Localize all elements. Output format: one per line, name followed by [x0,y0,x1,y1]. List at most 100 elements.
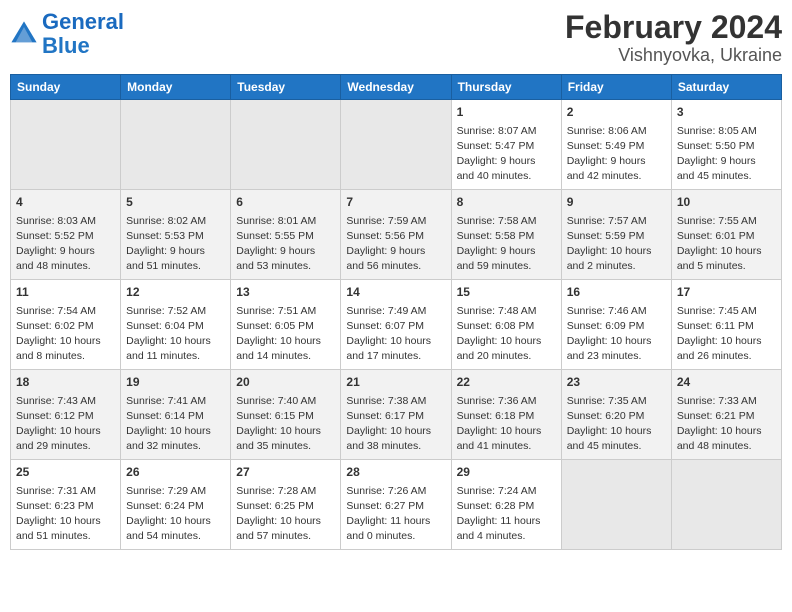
day-number: 11 [16,284,115,301]
day-info: Sunrise: 7:43 AM Sunset: 6:12 PM Dayligh… [16,394,115,455]
day-info: Sunrise: 7:46 AM Sunset: 6:09 PM Dayligh… [567,304,666,365]
day-number: 22 [457,374,556,391]
day-number: 19 [126,374,225,391]
day-info: Sunrise: 7:51 AM Sunset: 6:05 PM Dayligh… [236,304,335,365]
calendar-cell: 13 Sunrise: 7:51 AM Sunset: 6:05 PM Dayli… [231,280,341,370]
weekday-header-wednesday: Wednesday [341,75,451,100]
day-number: 10 [677,194,776,211]
day-number: 14 [346,284,445,301]
week-row-3: 11Sunrise: 7:54 AM Sunset: 6:02 PM Dayli… [11,280,782,370]
calendar-subtitle: Vishnyovka, Ukraine [565,45,782,66]
day-info: Sunrise: 7:57 AM Sunset: 5:59 PM Dayligh… [567,214,666,275]
day-info: Sunrise: 8:07 AM Sunset: 5:47 PM Dayligh… [457,124,556,185]
day-info: Sunrise: 7:52 AM Sunset: 6:04 PM Dayligh… [126,304,225,365]
calendar-cell: 25 Sunrise: 7:31 AM Sunset: 6:23 PM Dayli… [11,460,121,550]
weekday-header-tuesday: Tuesday [231,75,341,100]
weekday-header-monday: Monday [121,75,231,100]
day-info: Sunrise: 8:06 AM Sunset: 5:49 PM Dayligh… [567,124,666,185]
day-number: 16 [567,284,666,301]
week-row-2: 4 Sunrise: 8:03 AM Sunset: 5:52 PM Daylig… [11,190,782,280]
day-number: 25 [16,464,115,481]
day-info: Sunrise: 7:29 AM Sunset: 6:24 PM Dayligh… [126,484,225,545]
day-info: Sunrise: 7:36 AM Sunset: 6:18 PM Dayligh… [457,394,556,455]
day-number: 21 [346,374,445,391]
calendar-cell [341,100,451,190]
calendar-table: SundayMondayTuesdayWednesdayThursdayFrid… [10,74,782,550]
calendar-cell: 24Sunrise: 7:33 AM Sunset: 6:21 PM Dayli… [671,370,781,460]
week-row-1: 1 Sunrise: 8:07 AM Sunset: 5:47 PM Daylig… [11,100,782,190]
logo-text: General Blue [42,10,124,58]
calendar-cell: 2 Sunrise: 8:06 AM Sunset: 5:49 PM Daylig… [561,100,671,190]
calendar-cell: 22 Sunrise: 7:36 AM Sunset: 6:18 PM Dayli… [451,370,561,460]
day-number: 1 [457,104,556,121]
calendar-cell: 20 Sunrise: 7:40 AM Sunset: 6:15 PM Dayli… [231,370,341,460]
calendar-cell: 16 Sunrise: 7:46 AM Sunset: 6:09 PM Dayli… [561,280,671,370]
day-info: Sunrise: 8:03 AM Sunset: 5:52 PM Dayligh… [16,214,115,275]
calendar-cell: 23Sunrise: 7:35 AM Sunset: 6:20 PM Dayli… [561,370,671,460]
day-number: 28 [346,464,445,481]
day-number: 6 [236,194,335,211]
day-info: Sunrise: 7:41 AM Sunset: 6:14 PM Dayligh… [126,394,225,455]
day-info: Sunrise: 7:24 AM Sunset: 6:28 PM Dayligh… [457,484,556,545]
calendar-cell [121,100,231,190]
calendar-cell: 11Sunrise: 7:54 AM Sunset: 6:02 PM Dayli… [11,280,121,370]
calendar-cell: 1 Sunrise: 8:07 AM Sunset: 5:47 PM Daylig… [451,100,561,190]
day-info: Sunrise: 8:05 AM Sunset: 5:50 PM Dayligh… [677,124,776,185]
calendar-cell: 27 Sunrise: 7:28 AM Sunset: 6:25 PM Dayli… [231,460,341,550]
calendar-cell: 17 Sunrise: 7:45 AM Sunset: 6:11 PM Dayli… [671,280,781,370]
day-number: 24 [677,374,776,391]
calendar-cell: 3 Sunrise: 8:05 AM Sunset: 5:50 PM Daylig… [671,100,781,190]
day-number: 4 [16,194,115,211]
calendar-cell: 19 Sunrise: 7:41 AM Sunset: 6:14 PM Dayli… [121,370,231,460]
day-number: 2 [567,104,666,121]
calendar-cell: 18 Sunrise: 7:43 AM Sunset: 6:12 PM Dayli… [11,370,121,460]
day-number: 15 [457,284,556,301]
logo-blue: Blue [42,33,90,58]
day-number: 12 [126,284,225,301]
week-row-4: 18 Sunrise: 7:43 AM Sunset: 6:12 PM Dayli… [11,370,782,460]
day-number: 9 [567,194,666,211]
calendar-cell: 8Sunrise: 7:58 AM Sunset: 5:58 PM Daylig… [451,190,561,280]
weekday-header-row: SundayMondayTuesdayWednesdayThursdayFrid… [11,75,782,100]
calendar-cell [561,460,671,550]
logo: General Blue [10,10,124,58]
title-block: February 2024 Vishnyovka, Ukraine [565,10,782,66]
day-info: Sunrise: 7:59 AM Sunset: 5:56 PM Dayligh… [346,214,445,275]
day-number: 27 [236,464,335,481]
calendar-cell: 15 Sunrise: 7:48 AM Sunset: 6:08 PM Dayli… [451,280,561,370]
calendar-cell: 5Sunrise: 8:02 AM Sunset: 5:53 PM Daylig… [121,190,231,280]
calendar-cell: 6 Sunrise: 8:01 AM Sunset: 5:55 PM Daylig… [231,190,341,280]
calendar-cell: 14Sunrise: 7:49 AM Sunset: 6:07 PM Dayli… [341,280,451,370]
day-number: 18 [16,374,115,391]
day-info: Sunrise: 7:48 AM Sunset: 6:08 PM Dayligh… [457,304,556,365]
logo-general: General [42,9,124,34]
day-info: Sunrise: 8:01 AM Sunset: 5:55 PM Dayligh… [236,214,335,275]
calendar-cell: 9 Sunrise: 7:57 AM Sunset: 5:59 PM Daylig… [561,190,671,280]
day-info: Sunrise: 7:58 AM Sunset: 5:58 PM Dayligh… [457,214,556,275]
day-info: Sunrise: 7:38 AM Sunset: 6:17 PM Dayligh… [346,394,445,455]
day-info: Sunrise: 7:31 AM Sunset: 6:23 PM Dayligh… [16,484,115,545]
weekday-header-friday: Friday [561,75,671,100]
day-number: 13 [236,284,335,301]
day-number: 7 [346,194,445,211]
calendar-cell: 12 Sunrise: 7:52 AM Sunset: 6:04 PM Dayli… [121,280,231,370]
day-number: 5 [126,194,225,211]
weekday-header-thursday: Thursday [451,75,561,100]
day-info: Sunrise: 7:40 AM Sunset: 6:15 PM Dayligh… [236,394,335,455]
calendar-title: February 2024 [565,10,782,45]
day-number: 17 [677,284,776,301]
calendar-cell: 10Sunrise: 7:55 AM Sunset: 6:01 PM Dayli… [671,190,781,280]
day-number: 3 [677,104,776,121]
page-header: General Blue February 2024 Vishnyovka, U… [10,10,782,66]
logo-icon [10,20,38,48]
calendar-cell: 29 Sunrise: 7:24 AM Sunset: 6:28 PM Dayli… [451,460,561,550]
day-info: Sunrise: 7:28 AM Sunset: 6:25 PM Dayligh… [236,484,335,545]
calendar-cell: 7 Sunrise: 7:59 AM Sunset: 5:56 PM Daylig… [341,190,451,280]
week-row-5: 25 Sunrise: 7:31 AM Sunset: 6:23 PM Dayli… [11,460,782,550]
day-info: Sunrise: 7:45 AM Sunset: 6:11 PM Dayligh… [677,304,776,365]
calendar-cell: 21 Sunrise: 7:38 AM Sunset: 6:17 PM Dayli… [341,370,451,460]
calendar-cell: 26Sunrise: 7:29 AM Sunset: 6:24 PM Dayli… [121,460,231,550]
day-number: 29 [457,464,556,481]
day-number: 20 [236,374,335,391]
day-info: Sunrise: 7:35 AM Sunset: 6:20 PM Dayligh… [567,394,666,455]
